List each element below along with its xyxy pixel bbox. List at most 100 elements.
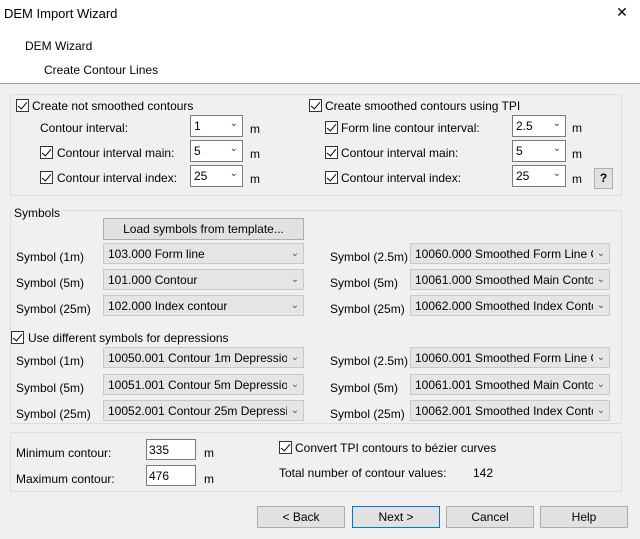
smoothed-main-checkbox[interactable] bbox=[325, 146, 338, 159]
symbol-label: Symbol (2.5m) bbox=[330, 250, 409, 264]
help-button[interactable]: Help bbox=[540, 506, 628, 528]
depression-25m-smoothed-select[interactable]: 10062.001 Smoothed Index Contour ⌄ bbox=[410, 400, 610, 421]
smoothed-main-label: Contour interval main: bbox=[341, 146, 459, 160]
symbol-1m-select[interactable]: 103.000 Form line ⌄ bbox=[103, 243, 304, 264]
symbol-25m-select[interactable]: 102.000 Index contour ⌄ bbox=[103, 295, 304, 316]
symbol-25m-smoothed-select[interactable]: 10062.000 Smoothed Index Contour ⌄ bbox=[410, 295, 610, 316]
symbol-value: 103.000 Form line bbox=[108, 247, 205, 261]
symbol-value: 10060.000 Smoothed Form Line Con bbox=[415, 247, 610, 261]
symbol-label: Symbol (25m) bbox=[330, 407, 405, 421]
smoothed-label: Create smoothed contours using TPI bbox=[325, 99, 521, 113]
interval-index-label: Contour interval index: bbox=[57, 171, 178, 185]
smoothed-index-value: 25 bbox=[516, 169, 530, 183]
total-contours-value: 142 bbox=[473, 466, 494, 480]
symbol-2-5m-smoothed-select[interactable]: 10060.000 Smoothed Form Line Con ⌄ bbox=[410, 243, 610, 264]
symbol-value: 10052.001 Contour 25m Depression bbox=[108, 404, 302, 418]
depression-5m-smoothed-select[interactable]: 10061.001 Smoothed Main Contour ⌄ bbox=[410, 374, 610, 395]
chevron-down-icon[interactable]: ⌄ bbox=[553, 168, 561, 179]
smoothed-checkbox[interactable] bbox=[309, 99, 322, 112]
smoothed-main-spin[interactable]: 5 ⌄ bbox=[512, 140, 566, 162]
symbol-label: Symbol (1m) bbox=[16, 354, 85, 368]
form-line-spin[interactable]: 2.5 ⌄ bbox=[512, 115, 566, 137]
chevron-down-icon[interactable]: ⌄ bbox=[287, 296, 303, 315]
smoothed-main-value: 5 bbox=[516, 144, 523, 158]
symbol-label: Symbol (5m) bbox=[16, 276, 85, 290]
form-line-label: Form line contour interval: bbox=[341, 121, 480, 135]
symbol-label: Symbol (25m) bbox=[16, 407, 91, 421]
chevron-down-icon[interactable]: ⌄ bbox=[230, 168, 238, 179]
unit-label: m bbox=[204, 472, 214, 486]
symbol-value: 10051.001 Contour 5m Depression bbox=[108, 378, 295, 392]
window-title: DEM Import Wizard bbox=[4, 6, 118, 21]
unit-label: m bbox=[572, 147, 582, 161]
symbol-value: 10062.001 Smoothed Index Contour bbox=[415, 404, 609, 418]
symbol-5m-smoothed-select[interactable]: 10061.000 Smoothed Main Contour ⌄ bbox=[410, 269, 610, 290]
not-smoothed-checkbox[interactable] bbox=[16, 99, 29, 112]
back-button[interactable]: < Back bbox=[257, 506, 345, 528]
unit-label: m bbox=[204, 446, 214, 460]
interval-index-checkbox[interactable] bbox=[40, 171, 53, 184]
load-symbols-button[interactable]: Load symbols from template... bbox=[103, 218, 304, 240]
interval-main-label: Contour interval main: bbox=[57, 146, 175, 160]
symbol-label: Symbol (5m) bbox=[330, 276, 399, 290]
unit-label: m bbox=[572, 172, 582, 186]
chevron-down-icon[interactable]: ⌄ bbox=[287, 401, 303, 420]
symbol-value: 10061.000 Smoothed Main Contour bbox=[415, 273, 606, 287]
chevron-down-icon[interactable]: ⌄ bbox=[287, 270, 303, 289]
chevron-down-icon[interactable]: ⌄ bbox=[593, 296, 609, 315]
chevron-down-icon[interactable]: ⌄ bbox=[553, 118, 561, 129]
chevron-down-icon[interactable]: ⌄ bbox=[593, 244, 609, 263]
depression-2-5m-smoothed-select[interactable]: 10060.001 Smoothed Form Line Con ⌄ bbox=[410, 347, 610, 368]
symbol-label: Symbol (25m) bbox=[330, 302, 405, 316]
unit-label: m bbox=[572, 121, 582, 135]
unit-label: m bbox=[250, 147, 260, 161]
symbol-value: 10061.001 Smoothed Main Contour bbox=[415, 378, 606, 392]
chevron-down-icon[interactable]: ⌄ bbox=[230, 118, 238, 129]
interval-index-spin[interactable]: 25 ⌄ bbox=[190, 165, 243, 187]
interval-main-spin[interactable]: 5 ⌄ bbox=[190, 140, 243, 162]
min-contour-value: 335 bbox=[149, 443, 170, 457]
symbol-label: Symbol (25m) bbox=[16, 302, 91, 316]
depression-25m-select[interactable]: 10052.001 Contour 25m Depression ⌄ bbox=[103, 400, 304, 421]
max-contour-input[interactable]: 476 bbox=[146, 465, 196, 486]
chevron-down-icon[interactable]: ⌄ bbox=[593, 401, 609, 420]
smoothed-index-spin[interactable]: 25 ⌄ bbox=[512, 165, 566, 187]
symbol-label: Symbol (2.5m) bbox=[330, 354, 409, 368]
depression-1m-select[interactable]: 10050.001 Contour 1m Depression ⌄ bbox=[103, 347, 304, 368]
chevron-down-icon[interactable]: ⌄ bbox=[287, 244, 303, 263]
chevron-down-icon[interactable]: ⌄ bbox=[230, 143, 238, 154]
symbols-group-label: Symbols bbox=[12, 206, 63, 220]
smoothed-index-label: Contour interval index: bbox=[341, 171, 462, 185]
depressions-checkbox[interactable] bbox=[11, 331, 24, 344]
depressions-label: Use different symbols for depressions bbox=[28, 331, 229, 345]
symbol-value: 101.000 Contour bbox=[108, 273, 198, 287]
interval-main-checkbox[interactable] bbox=[40, 146, 53, 159]
chevron-down-icon[interactable]: ⌄ bbox=[593, 270, 609, 289]
cancel-button[interactable]: Cancel bbox=[446, 506, 534, 528]
not-smoothed-label: Create not smoothed contours bbox=[32, 99, 194, 113]
min-contour-input[interactable]: 335 bbox=[146, 439, 196, 460]
close-icon[interactable]: ✕ bbox=[612, 4, 632, 22]
wizard-title: DEM Wizard bbox=[25, 39, 93, 53]
contour-interval-label: Contour interval: bbox=[40, 121, 129, 135]
chevron-down-icon[interactable]: ⌄ bbox=[593, 375, 609, 394]
max-contour-value: 476 bbox=[149, 469, 170, 483]
bezier-label: Convert TPI contours to bézier curves bbox=[295, 441, 497, 455]
contour-interval-spin[interactable]: 1 ⌄ bbox=[190, 115, 243, 137]
symbol-5m-select[interactable]: 101.000 Contour ⌄ bbox=[103, 269, 304, 290]
symbol-value: 10060.001 Smoothed Form Line Con bbox=[415, 351, 610, 365]
smoothed-index-checkbox[interactable] bbox=[325, 171, 338, 184]
depression-5m-select[interactable]: 10051.001 Contour 5m Depression ⌄ bbox=[103, 374, 304, 395]
next-button[interactable]: Next > bbox=[352, 506, 440, 528]
chevron-down-icon[interactable]: ⌄ bbox=[287, 348, 303, 367]
chevron-down-icon[interactable]: ⌄ bbox=[287, 375, 303, 394]
form-line-checkbox[interactable] bbox=[325, 121, 338, 134]
help-question-button[interactable]: ? bbox=[594, 168, 613, 189]
contour-interval-value: 1 bbox=[194, 119, 201, 133]
symbol-label: Symbol (5m) bbox=[16, 381, 85, 395]
chevron-down-icon[interactable]: ⌄ bbox=[553, 143, 561, 154]
symbol-label: Symbol (5m) bbox=[330, 381, 399, 395]
chevron-down-icon[interactable]: ⌄ bbox=[593, 348, 609, 367]
symbol-value: 102.000 Index contour bbox=[108, 299, 228, 313]
bezier-checkbox[interactable] bbox=[279, 441, 292, 454]
